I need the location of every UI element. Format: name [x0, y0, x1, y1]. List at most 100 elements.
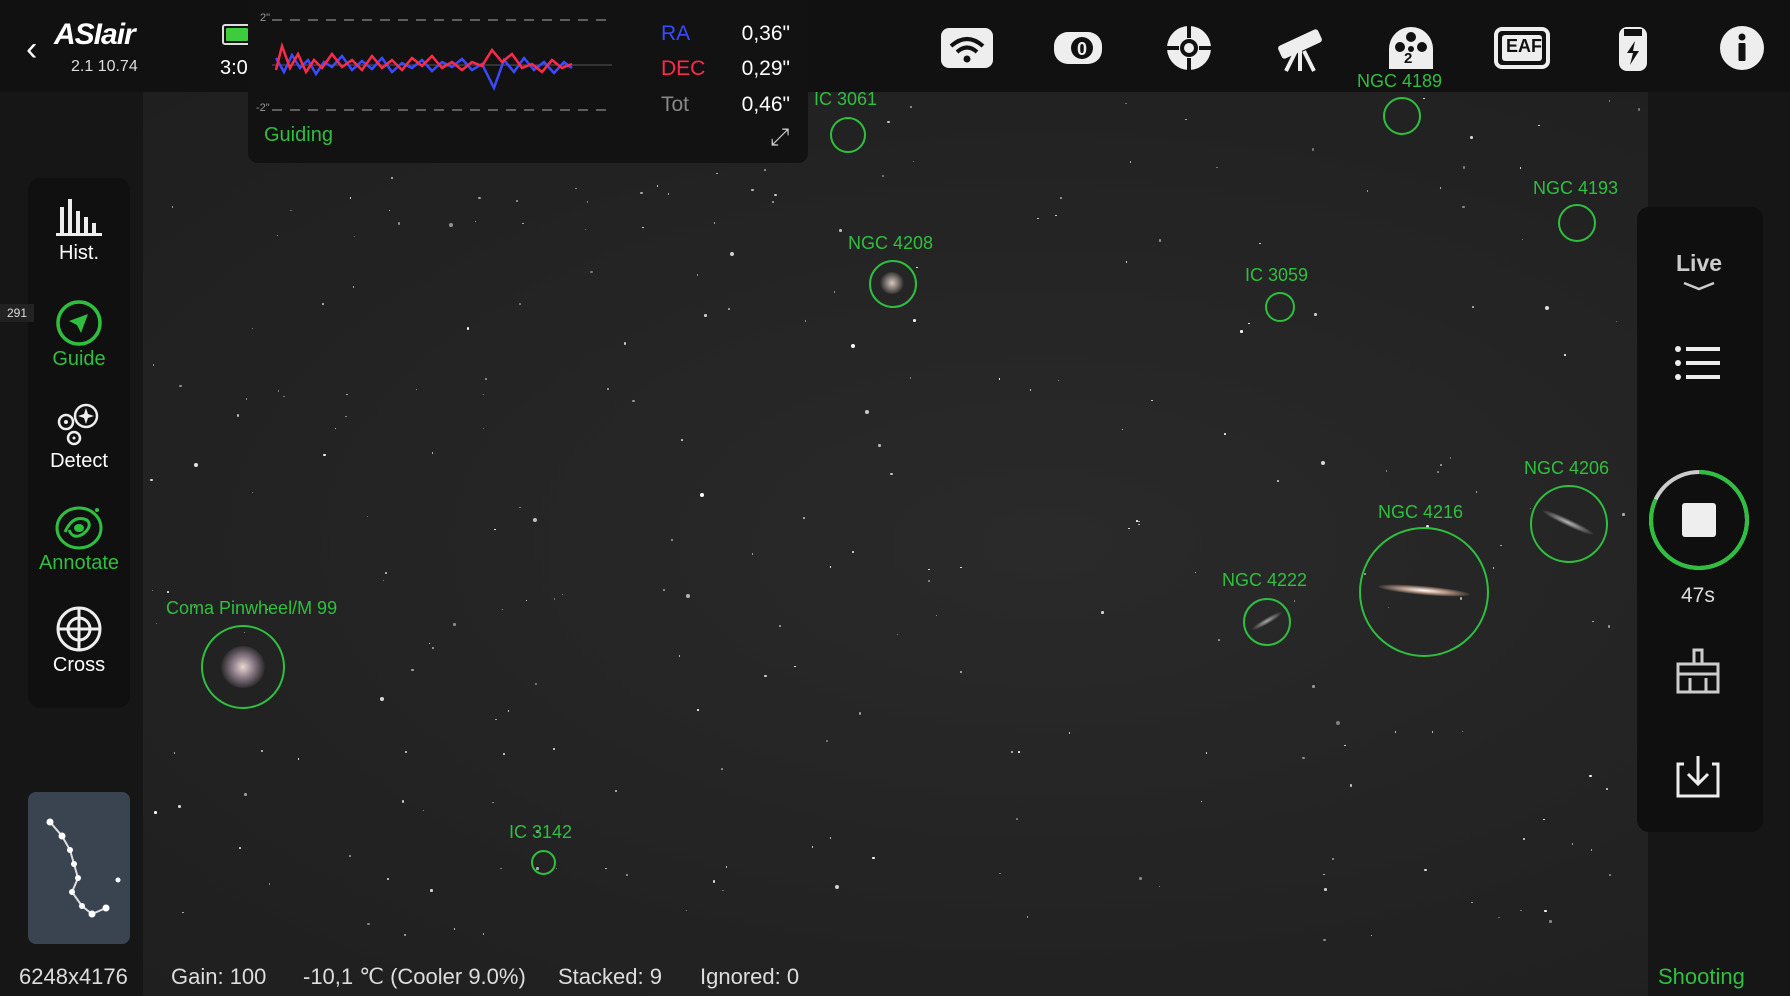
- star: [713, 222, 716, 224]
- star: [236, 414, 240, 417]
- star: [728, 308, 730, 310]
- tool-annotate[interactable]: Annotate: [28, 502, 130, 575]
- star: [1029, 389, 1031, 391]
- expand-icon[interactable]: ⤢: [770, 124, 789, 152]
- star: [346, 393, 348, 396]
- download-icon[interactable]: [1674, 752, 1722, 800]
- tot-label: Tot: [661, 93, 690, 116]
- star: [1018, 751, 1020, 753]
- star: [686, 593, 691, 598]
- star: [1571, 843, 1574, 845]
- tool-detect[interactable]: Detect: [28, 400, 130, 473]
- star: [1125, 102, 1127, 105]
- star: [998, 378, 1001, 380]
- power-icon[interactable]: [1603, 22, 1663, 74]
- star: [390, 176, 394, 180]
- star: [850, 344, 855, 349]
- star: [852, 551, 854, 553]
- star: [1366, 190, 1369, 192]
- back-chevron-left-icon[interactable]: ‹: [26, 30, 37, 69]
- shoot-progress-ring[interactable]: [1647, 468, 1751, 572]
- star: [779, 625, 781, 627]
- star: [1472, 306, 1474, 308]
- star: [453, 623, 456, 626]
- tot-value: 0,46": [741, 93, 790, 116]
- annotation-label: Coma Pinwheel/M 99: [166, 598, 338, 618]
- annotation-ic3059-circle[interactable]: [1265, 292, 1295, 322]
- menu-list-icon[interactable]: [1674, 344, 1722, 384]
- guide-icon: [49, 298, 109, 348]
- star: [532, 518, 537, 523]
- star: [656, 185, 659, 187]
- star: [626, 874, 628, 876]
- star: [1101, 611, 1104, 614]
- info-icon[interactable]: [1712, 22, 1772, 74]
- annotation-ic3142-circle[interactable]: [531, 850, 556, 875]
- star: [1026, 916, 1029, 918]
- star: [1224, 433, 1226, 435]
- star: [453, 928, 456, 930]
- star: [751, 553, 754, 555]
- star: [725, 866, 728, 868]
- status-ignored: Ignored: 0: [700, 964, 800, 989]
- broom-clear-icon[interactable]: [1674, 648, 1722, 694]
- annotation-label: NGC 4206: [1524, 458, 1610, 478]
- star: [268, 883, 271, 885]
- star: [1324, 888, 1327, 891]
- tool-guide[interactable]: Guide: [28, 298, 130, 371]
- star: [1606, 788, 1608, 790]
- star: [1564, 354, 1566, 356]
- tool-label: Hist.: [59, 242, 99, 264]
- star: [1622, 513, 1625, 516]
- camera-icon[interactable]: 0: [1048, 22, 1108, 74]
- status-gain: Gain: 100: [171, 964, 267, 989]
- star: [1437, 471, 1439, 473]
- star: [834, 884, 839, 889]
- star: [173, 752, 176, 754]
- star: [1423, 97, 1425, 100]
- star: [960, 566, 962, 569]
- star: [385, 572, 387, 574]
- star: [590, 270, 593, 274]
- guiding-graph: [272, 19, 612, 111]
- star: [1016, 818, 1018, 820]
- star: [751, 188, 754, 192]
- star: [239, 847, 241, 849]
- annotation-label: IC 3142: [509, 822, 573, 842]
- star: [182, 911, 184, 914]
- crosshair-icon: [49, 604, 109, 654]
- star: [872, 856, 875, 860]
- galaxy-ngc4208: [880, 272, 904, 294]
- constellation-thumbnail[interactable]: [28, 792, 130, 944]
- star: [890, 472, 893, 476]
- star: [1424, 868, 1427, 872]
- star: [154, 811, 157, 814]
- star: [678, 655, 681, 657]
- annotation-label: IC 3059: [1245, 265, 1309, 285]
- star: [699, 492, 704, 497]
- focuser-target-icon[interactable]: [1159, 22, 1219, 74]
- tool-cross[interactable]: Cross: [28, 604, 130, 677]
- star: [804, 320, 807, 322]
- chevron-down-icon[interactable]: [1682, 278, 1716, 291]
- annotation-ic3061-circle[interactable]: [830, 117, 866, 153]
- live-mode-label[interactable]: Live: [1676, 250, 1722, 277]
- wifi-icon[interactable]: [937, 22, 997, 74]
- ra-line: [274, 52, 573, 92]
- tick-bottom-label: -2": [256, 102, 270, 114]
- star: [1128, 527, 1130, 529]
- annotation-ngc4193-circle[interactable]: [1558, 204, 1596, 242]
- star: [345, 415, 347, 418]
- tool-histogram[interactable]: Hist.: [28, 192, 130, 265]
- star: [1216, 166, 1218, 169]
- star: [772, 201, 774, 203]
- telescope-icon[interactable]: [1270, 22, 1330, 74]
- star: [1314, 313, 1317, 316]
- star: [1323, 938, 1326, 942]
- countdown-timer: 47s: [1681, 584, 1715, 607]
- annotation-ngc4189-circle[interactable]: [1383, 97, 1421, 135]
- star: [882, 175, 884, 177]
- star: [681, 439, 683, 441]
- star: [1549, 920, 1552, 923]
- star: [1139, 877, 1142, 880]
